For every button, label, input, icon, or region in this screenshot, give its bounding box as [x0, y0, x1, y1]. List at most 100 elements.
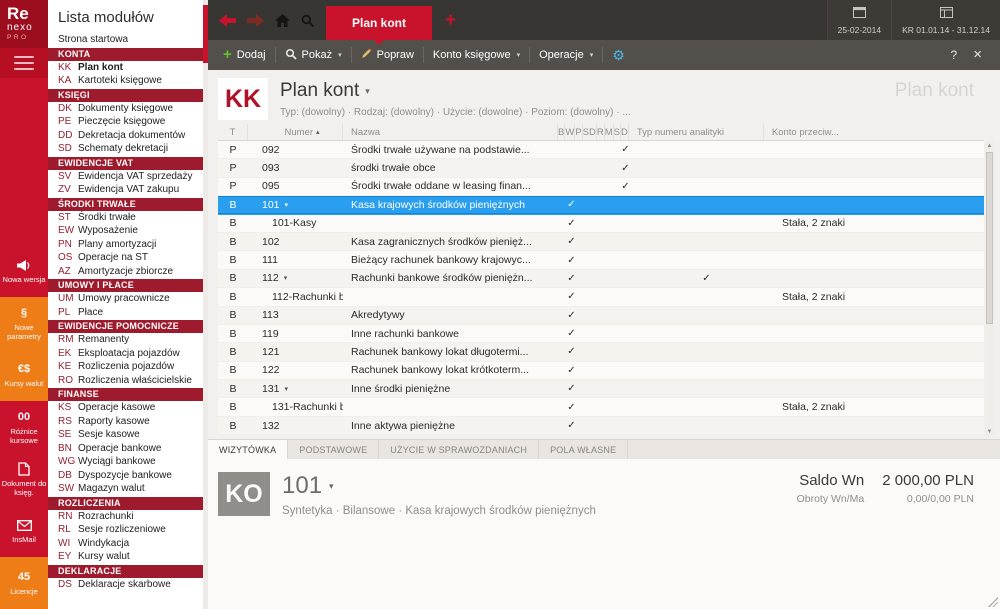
sidebar-item-ew[interactable]: EWWyposażenie	[48, 224, 208, 238]
forward-icon[interactable]	[247, 14, 264, 27]
ustawienia-button[interactable]: ⚙	[603, 40, 634, 70]
table-row[interactable]: B102Kasa zagranicznych środków pienięż..…	[218, 233, 984, 251]
column-header-d[interactable]: D	[621, 124, 629, 140]
table-row[interactable]: B101▾Kasa krajowych środków pieniężnych✓	[218, 196, 984, 214]
sidebar-item-dk[interactable]: DKDokumenty księgowe	[48, 102, 208, 116]
sidebar-item-pn[interactable]: PNPlany amortyzacji	[48, 238, 208, 252]
sidebar-item-rs[interactable]: RSRaporty kasowe	[48, 415, 208, 429]
sidebar-item-ey[interactable]: EYKursy walut	[48, 550, 208, 564]
sidebar-item-rn[interactable]: RNRozrachunki	[48, 510, 208, 524]
column-header-p[interactable]: P	[575, 124, 582, 140]
sidebar-item-st[interactable]: STŚrodki trwałe	[48, 211, 208, 225]
table-row[interactable]: B113Akredytywy✓	[218, 307, 984, 325]
sidebar-item-ek[interactable]: EKEksploatacja pojazdów	[48, 347, 208, 361]
back-icon[interactable]	[219, 14, 236, 27]
sidebar-item-pe[interactable]: PEPieczęcie księgowe	[48, 115, 208, 129]
resize-grip-icon[interactable]	[988, 597, 998, 607]
table-row[interactable]: B111Bieżący rachunek bankowy krajowyc...…	[218, 251, 984, 269]
sidebar-item-wg[interactable]: WGWyciągi bankowe	[48, 455, 208, 469]
current-date-box[interactable]: 25-02-2014	[827, 0, 891, 40]
column-header-nazwa[interactable]: Nazwa	[343, 124, 558, 140]
search-icon[interactable]	[301, 14, 314, 27]
close-icon[interactable]: ×	[973, 48, 982, 62]
expand-icon[interactable]: ▾	[285, 201, 289, 209]
sidebar-item-sd[interactable]: SDSchematy dekretacji	[48, 142, 208, 156]
chevron-down-icon[interactable]: ▾	[329, 481, 334, 492]
table-row[interactable]: P093środki trwałe obce✓	[218, 159, 984, 177]
rail-item-roznice-kursowe[interactable]: 00Różnice kursowe	[0, 401, 48, 453]
table-row[interactable]: B122Rachunek bankowy lokat krótkoterm...…	[218, 362, 984, 380]
detail-tab-podstawowe[interactable]: PODSTAWOWE	[288, 440, 379, 459]
column-header-w[interactable]: W	[565, 124, 575, 140]
table-row[interactable]: B131-Rachunki bankowe✓Stała, 2 znaki	[218, 398, 984, 416]
popraw-button[interactable]: Popraw	[352, 40, 423, 70]
column-header-m[interactable]: M	[605, 124, 614, 140]
sidebar-item-ks[interactable]: KSOperacje kasowe	[48, 401, 208, 415]
sidebar-item-strona-startowa[interactable]: Strona startowa	[48, 33, 208, 47]
tab-plan-kont[interactable]: Plan kont	[326, 6, 432, 40]
filter-summary[interactable]: Typ: (dowolny) · Rodzaj: (dowolny) · Uży…	[280, 107, 631, 118]
rail-item-nowa-wersja[interactable]: Nowa wersja	[0, 245, 48, 297]
column-header-t[interactable]: T	[218, 124, 248, 140]
column-header-sd[interactable]: SD	[583, 124, 597, 140]
sidebar-item-se[interactable]: SESesje kasowe	[48, 428, 208, 442]
table-row[interactable]: B112-Rachunki bankowe✓Stała, 2 znaki	[218, 288, 984, 306]
expand-icon[interactable]: ▾	[284, 274, 288, 282]
rail-item-insmail[interactable]: InsMail	[0, 505, 48, 557]
menu-icon[interactable]	[0, 48, 48, 78]
sidebar-item-ds[interactable]: DSDeklaracje skarbowe	[48, 578, 208, 592]
sidebar-item-ke[interactable]: KERozliczenia pojazdów	[48, 360, 208, 374]
table-scrollbar[interactable]: ▲ ▼	[985, 141, 994, 437]
dodaj-button[interactable]: +Dodaj	[214, 40, 275, 70]
table-row[interactable]: B112▾Rachunki bankowe środków pieniężn..…	[218, 270, 984, 288]
rail-item-nowe-parametry[interactable]: §Nowe parametry	[0, 297, 48, 349]
table-row[interactable]: P092Środki trwałe używane na podstawie..…	[218, 141, 984, 159]
table-row[interactable]: B132Inne aktywa pieniężne✓	[218, 417, 984, 435]
rail-item-kursy-walut[interactable]: €$Kursy walut	[0, 349, 48, 401]
table-scrollbar-thumb[interactable]	[986, 152, 993, 324]
table-row[interactable]: B101-Kasy✓Stała, 2 znaki	[218, 215, 984, 233]
sidebar-item-sw[interactable]: SWMagazyn walut	[48, 482, 208, 496]
fiscal-period-box[interactable]: KR 01.01.14 - 31.12.14	[891, 0, 1000, 40]
home-icon[interactable]	[275, 14, 290, 27]
rail-item-licencje[interactable]: 45Licencje	[0, 557, 48, 609]
sidebar-item-ka[interactable]: KAKartoteki księgowe	[48, 74, 208, 88]
sidebar-item-sv[interactable]: SVEwidencja VAT sprzedaży	[48, 170, 208, 184]
column-header-s[interactable]: S	[614, 124, 621, 140]
column-header-b[interactable]: B	[558, 124, 565, 140]
table-row[interactable]: B131▾Inne środki pieniężne✓	[218, 380, 984, 398]
konto-ksiegowe-button[interactable]: Konto księgowe▾	[424, 40, 529, 70]
sidebar-item-dd[interactable]: DDDekretacja dokumentów	[48, 129, 208, 143]
chevron-down-icon[interactable]: ▾	[365, 86, 370, 97]
table-row[interactable]: B119Inne rachunki bankowe✓	[218, 325, 984, 343]
pokaz-button[interactable]: Pokaż▾	[276, 40, 351, 70]
expand-icon[interactable]: ▾	[285, 385, 289, 393]
table-row[interactable]: B121Rachunek bankowy lokat długotermi...…	[218, 343, 984, 361]
help-button[interactable]: ?	[951, 48, 958, 62]
table-row[interactable]: P095Środki trwałe oddane w leasing finan…	[218, 178, 984, 196]
sidebar-item-kk[interactable]: KKPlan kont	[48, 61, 208, 75]
sidebar-item-um[interactable]: UMUmowy pracownicze	[48, 292, 208, 306]
sidebar-item-pl[interactable]: PLPłace	[48, 306, 208, 320]
column-header-r[interactable]: R	[597, 124, 605, 140]
scroll-down-icon[interactable]: ▼	[985, 427, 994, 437]
column-header-numer[interactable]: Numer▴	[248, 124, 343, 140]
sidebar-item-os[interactable]: OSOperacje na ST	[48, 251, 208, 265]
column-header-konto[interactable]: Konto przeciw...	[764, 124, 984, 140]
column-header-typ[interactable]: Typ numeru analityki	[629, 124, 764, 140]
detail-tab-pola-w-asne[interactable]: POLA WŁASNE	[539, 440, 628, 459]
sidebar-item-rl[interactable]: RLSesje rozliczeniowe	[48, 523, 208, 537]
sidebar-item-zv[interactable]: ZVEwidencja VAT zakupu	[48, 183, 208, 197]
operacje-button[interactable]: Operacje▾	[530, 40, 602, 70]
sidebar-item-wi[interactable]: WIWindykacja	[48, 537, 208, 551]
scroll-up-icon[interactable]: ▲	[985, 141, 994, 151]
detail-tab-u-ycie-w-sprawozdaniach[interactable]: UŻYCIE W SPRAWOZDANIACH	[379, 440, 539, 459]
new-tab-button[interactable]: +	[445, 11, 456, 30]
detail-tab-wizyt-wka[interactable]: WIZYTÓWKA	[208, 440, 288, 459]
sidebar-item-ro[interactable]: RORozliczenia właścicielskie	[48, 374, 208, 388]
sidebar-item-rm[interactable]: RMRemanenty	[48, 333, 208, 347]
sidebar-item-db[interactable]: DBDyspozycje bankowe	[48, 469, 208, 483]
sidebar-item-bn[interactable]: BNOperacje bankowe	[48, 442, 208, 456]
rail-item-dokument-do-ksieg[interactable]: Dokument do księg.	[0, 453, 48, 505]
sidebar-item-az[interactable]: AZAmortyzacje zbiorcze	[48, 265, 208, 279]
